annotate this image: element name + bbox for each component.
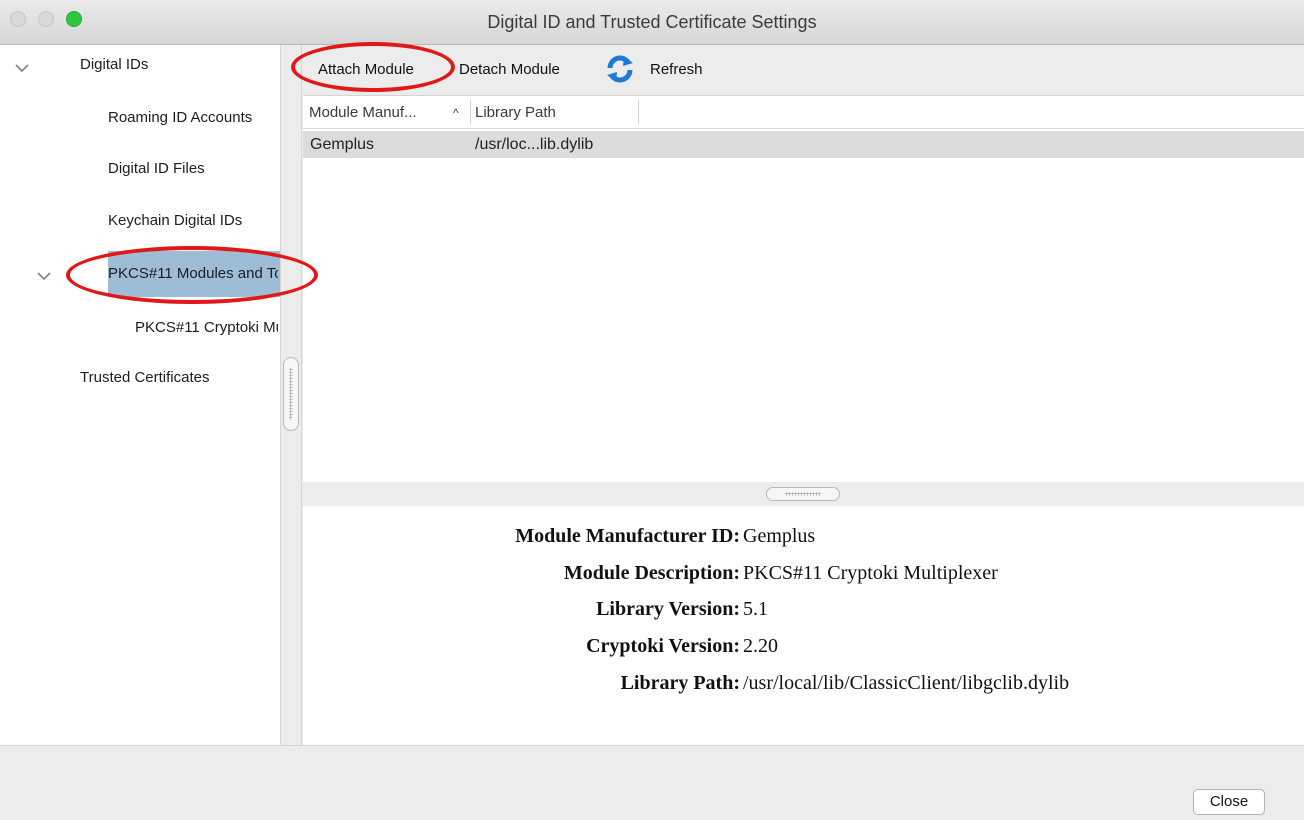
horizontal-splitter[interactable] bbox=[303, 482, 1304, 506]
sidebar-item-trusted-certificates[interactable]: Trusted Certificates bbox=[80, 369, 275, 386]
detail-value: /usr/local/lib/ClassicClient/libgclib.dy… bbox=[743, 672, 1070, 694]
refresh-button[interactable]: Refresh bbox=[650, 61, 703, 78]
sidebar-item-keychain-digital-ids[interactable]: Keychain Digital IDs bbox=[108, 212, 278, 229]
detach-module-button[interactable]: Detach Module bbox=[459, 61, 560, 78]
toolbar: Attach Module Detach Module Refresh bbox=[303, 45, 1304, 96]
vertical-splitter-handle[interactable] bbox=[283, 357, 299, 431]
chevron-down-icon[interactable] bbox=[14, 62, 30, 74]
detail-label: Library Path: bbox=[620, 672, 740, 694]
sidebar-item-roaming-id-accounts[interactable]: Roaming ID Accounts bbox=[108, 109, 278, 126]
column-separator[interactable] bbox=[470, 100, 471, 124]
column-separator[interactable] bbox=[638, 100, 639, 124]
cell-manufacturer: Gemplus bbox=[310, 136, 375, 153]
module-details-panel: Module Manufacturer ID: Gemplus Module D… bbox=[303, 506, 1304, 745]
column-header-library-path[interactable]: Library Path bbox=[475, 104, 556, 121]
detail-label: Library Version: bbox=[596, 598, 740, 620]
sort-ascending-icon: ^ bbox=[453, 106, 459, 120]
settings-window: Digital ID and Trusted Certificate Setti… bbox=[0, 0, 1304, 820]
sidebar-item-digital-id-files[interactable]: Digital ID Files bbox=[108, 160, 278, 177]
column-header-module-manufacturer[interactable]: Module Manuf... bbox=[309, 104, 417, 121]
detail-row: Library Version: 5.1 bbox=[303, 598, 1304, 628]
sidebar-item-digital-ids[interactable]: Digital IDs bbox=[80, 56, 270, 73]
window-title: Digital ID and Trusted Certificate Setti… bbox=[487, 12, 817, 32]
chevron-down-icon[interactable] bbox=[36, 270, 52, 282]
table-header: Module Manuf... ^ Library Path bbox=[303, 96, 1304, 129]
footer-bar: Close bbox=[0, 745, 1304, 820]
close-button[interactable]: Close bbox=[1193, 789, 1265, 815]
modules-table: Module Manuf... ^ Library Path Gemplus /… bbox=[303, 96, 1304, 482]
horizontal-splitter-handle[interactable] bbox=[766, 487, 840, 501]
sidebar-item-pkcs11-cryptoki[interactable]: PKCS#11 Cryptoki Multiplexer bbox=[135, 319, 278, 336]
detail-label: Module Manufacturer ID: bbox=[515, 525, 740, 547]
detail-label: Cryptoki Version: bbox=[586, 635, 740, 657]
detail-row: Module Manufacturer ID: Gemplus bbox=[303, 525, 1304, 555]
table-row[interactable]: Gemplus /usr/loc...lib.dylib bbox=[303, 131, 1304, 158]
cell-library-path: /usr/loc...lib.dylib bbox=[475, 136, 594, 153]
refresh-icon[interactable] bbox=[604, 53, 636, 85]
detail-value: PKCS#11 Cryptoki Multiplexer bbox=[743, 562, 998, 584]
detail-value: 2.20 bbox=[743, 635, 778, 657]
detail-value: Gemplus bbox=[743, 525, 816, 547]
detail-row: Cryptoki Version: 2.20 bbox=[303, 635, 1304, 665]
title-bar: Digital ID and Trusted Certificate Setti… bbox=[0, 0, 1304, 45]
sidebar-item-pkcs11-modules[interactable]: PKCS#11 Modules and Tokens bbox=[108, 265, 278, 282]
detail-row: Module Description: PKCS#11 Cryptoki Mul… bbox=[303, 562, 1304, 592]
detail-value: 5.1 bbox=[743, 598, 768, 620]
detail-row: Library Path: /usr/local/lib/ClassicClie… bbox=[303, 672, 1304, 702]
detail-label: Module Description: bbox=[563, 562, 740, 584]
sidebar-tree bbox=[0, 45, 280, 745]
attach-module-button[interactable]: Attach Module bbox=[318, 61, 414, 78]
